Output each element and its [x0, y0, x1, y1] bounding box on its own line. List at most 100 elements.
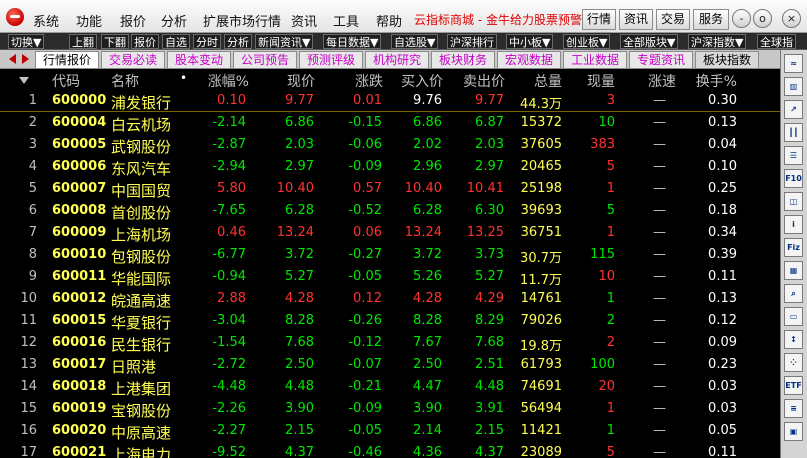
table-row[interactable]: 6 600008 首创股份 -7.65 6.28 -0.52 6.28 6.30 39693 5 —…	[0, 200, 780, 222]
sort-marker: •	[180, 71, 188, 85]
table-row[interactable]: 8 600010 包钢股份 -6.77 3.72 -0.27 3.72 3.73 30.7万 11…	[0, 244, 780, 266]
stock-name: 武钢股份	[111, 138, 172, 156]
close-button[interactable]: ×	[782, 9, 801, 28]
toolbar-timeshare[interactable]: 分时	[193, 34, 221, 49]
menu-function[interactable]: 功能	[76, 11, 102, 30]
tab-must-read[interactable]: 交易必读	[101, 51, 165, 68]
search-icon[interactable]: ⌕	[784, 284, 803, 303]
list-icon[interactable]: ☰	[784, 146, 803, 165]
col-volume[interactable]: 总量	[534, 71, 562, 91]
mode-quote-button[interactable]: 行情	[582, 9, 616, 30]
col-change-pct[interactable]: 涨幅%	[208, 71, 249, 91]
toolbar-analysis[interactable]: 分析	[224, 34, 252, 49]
tab-institution-research[interactable]: 机构研究	[365, 51, 429, 68]
col-turnover[interactable]: 换手%	[696, 71, 737, 91]
toolbar-global-index[interactable]: 全球指	[757, 34, 796, 49]
menu-quote[interactable]: 报价	[120, 11, 146, 30]
table-row[interactable]: 13 600017 日照港 -2.72 2.50 -0.07 2.50 2.51 61793 10…	[0, 354, 780, 376]
tab-scroll-left-icon[interactable]	[9, 54, 16, 64]
price: 8.28	[285, 313, 314, 328]
minimize-button[interactable]: -	[732, 9, 751, 28]
toolbar-index[interactable]: 沪深指数▼	[688, 34, 747, 49]
current-volume: 1	[606, 401, 615, 416]
sort-dropdown-icon[interactable]	[19, 77, 29, 84]
info-icon[interactable]: i	[784, 215, 803, 234]
table-row[interactable]: 15 600019 宝钢股份 -2.26 3.90 -0.09 3.90 3.91 56494 1…	[0, 398, 780, 420]
toolbar-ranking[interactable]: 沪深排行	[447, 34, 497, 49]
tab-company-forecast[interactable]: 公司预告	[233, 51, 297, 68]
table-row[interactable]: 16 600020 中原高速 -2.27 2.15 -0.05 2.14 2.15 11421 1…	[0, 420, 780, 442]
dot-grid-icon[interactable]: ⁘	[784, 353, 803, 372]
col-change[interactable]: 涨跌	[355, 71, 383, 91]
menu-help[interactable]: 帮助	[376, 11, 402, 30]
toolbar-news[interactable]: 新闻资讯▼	[255, 34, 314, 49]
sort-icon[interactable]: ↕	[784, 330, 803, 349]
col-bid[interactable]: 买入价	[401, 71, 443, 91]
minute-chart-icon[interactable]: ≈	[784, 54, 803, 73]
toolbar-my-stocks[interactable]: 自选股▼	[391, 34, 439, 49]
menu-tools[interactable]: 工具	[333, 11, 359, 30]
table-row[interactable]: 9 600011 华能国际 -0.94 5.27 -0.05 5.26 5.27 11.7万 10…	[0, 266, 780, 288]
menu-analysis[interactable]: 分析	[161, 11, 187, 30]
col-price[interactable]: 现价	[287, 71, 315, 91]
toolbar-quote[interactable]: 报价	[131, 34, 159, 49]
tab-special-news[interactable]: 专题资讯	[629, 51, 693, 68]
candlestick-icon[interactable]: ┃┃	[784, 123, 803, 142]
col-code[interactable]: 代码	[52, 71, 80, 91]
row-number: 5	[28, 181, 37, 196]
f10-icon[interactable]: F10	[784, 169, 803, 188]
bar-list-icon[interactable]: ≡	[784, 399, 803, 418]
col-current-volume[interactable]: 现量	[587, 71, 615, 91]
toolbar-page-up[interactable]: 上翻	[69, 34, 97, 49]
table-row[interactable]: 2 600004 白云机场 -2.14 6.86 -0.15 6.86 6.87 15372 10…	[0, 112, 780, 134]
bid-price: 7.67	[413, 335, 442, 350]
table-row[interactable]: 10 600012 皖通高速 2.88 4.28 0.12 4.28 4.29 14761 1 — 0…	[0, 288, 780, 310]
toolbar-switch[interactable]: 切换▼	[8, 34, 45, 49]
trend-chart-icon[interactable]: ↗	[784, 100, 803, 119]
tab-rating[interactable]: 预测评级	[299, 51, 363, 68]
tab-sector-finance[interactable]: 板块财务	[431, 51, 495, 68]
folder-icon[interactable]: ▭	[784, 307, 803, 326]
kline-chart-icon[interactable]: ▥	[784, 77, 803, 96]
table-row[interactable]: 4 600006 东风汽车 -2.94 2.97 -0.09 2.96 2.97 20465 5 —…	[0, 156, 780, 178]
speed: —	[653, 115, 666, 130]
mode-service-button[interactable]: 服务	[693, 9, 729, 30]
tab-share-change[interactable]: 股本变动	[167, 51, 231, 68]
tab-quote[interactable]: 行情报价	[35, 51, 99, 68]
app-logo-icon[interactable]	[6, 8, 24, 26]
stock-code: 600000	[52, 93, 107, 108]
toolbar-gem-board[interactable]: 创业板▼	[563, 34, 611, 49]
toolbar-watchlist[interactable]: 自选	[162, 34, 190, 49]
tab-macro-data[interactable]: 宏观数据	[497, 51, 561, 68]
mode-news-button[interactable]: 资讯	[619, 9, 653, 30]
indicator-icon[interactable]: ◫	[784, 192, 803, 211]
grid-icon[interactable]: ▦	[784, 261, 803, 280]
etf-icon[interactable]: ETF	[784, 376, 803, 395]
table-row[interactable]: 17 600021 上海电力 -9.52 4.37 -0.46 4.36 4.37 23089 5…	[0, 442, 780, 458]
table-row[interactable]: 11 600015 华夏银行 -3.04 8.28 -0.26 8.28 8.29 79026 2…	[0, 310, 780, 332]
tab-scroll-right-icon[interactable]	[22, 54, 29, 64]
mode-trade-button[interactable]: 交易	[656, 9, 690, 30]
menu-news[interactable]: 资讯	[291, 11, 317, 30]
table-row[interactable]: 14 600018 上港集团 -4.48 4.48 -0.21 4.47 4.48 74691 2…	[0, 376, 780, 398]
tab-industry-data[interactable]: 工业数据	[563, 51, 627, 68]
window-icon[interactable]: ▣	[784, 422, 803, 441]
restore-button[interactable]: o	[753, 9, 772, 28]
toolbar-daily-data[interactable]: 每日数据▼	[323, 34, 382, 49]
menu-extended-market[interactable]: 扩展市场行情	[203, 11, 281, 30]
table-row[interactable]: 3 600005 武钢股份 -2.87 2.03 -0.06 2.02 2.03 37605 38…	[0, 134, 780, 156]
col-name[interactable]: 名称	[111, 71, 139, 91]
tab-sector-index[interactable]: 板块指数	[695, 51, 759, 68]
toolbar-page-down[interactable]: 下翻	[101, 34, 129, 49]
col-speed[interactable]: 涨速	[648, 71, 676, 91]
toolbar-all-sectors[interactable]: 全部版块▼	[620, 34, 679, 49]
table-row[interactable]: 7 600009 上海机场 0.46 13.24 0.06 13.24 13.25 36751 1…	[0, 222, 780, 244]
table-row[interactable]: 1 600000 浦发银行 0.10 9.77 0.01 9.76 9.77 44.3万 3 — 0.…	[0, 90, 780, 112]
menu-system[interactable]: 系统	[33, 11, 59, 30]
fiz-icon[interactable]: Fiz	[784, 238, 803, 257]
col-ask[interactable]: 卖出价	[463, 71, 505, 91]
toolbar-sme-board[interactable]: 中小板▼	[506, 34, 554, 49]
table-row[interactable]: 12 600016 民生银行 -1.54 7.68 -0.12 7.67 7.68 19.8万 2…	[0, 332, 780, 354]
table-row[interactable]: 5 600007 中国国贸 5.80 10.40 0.57 10.40 10.41 25198 1…	[0, 178, 780, 200]
ask-price: 13.25	[466, 225, 504, 240]
